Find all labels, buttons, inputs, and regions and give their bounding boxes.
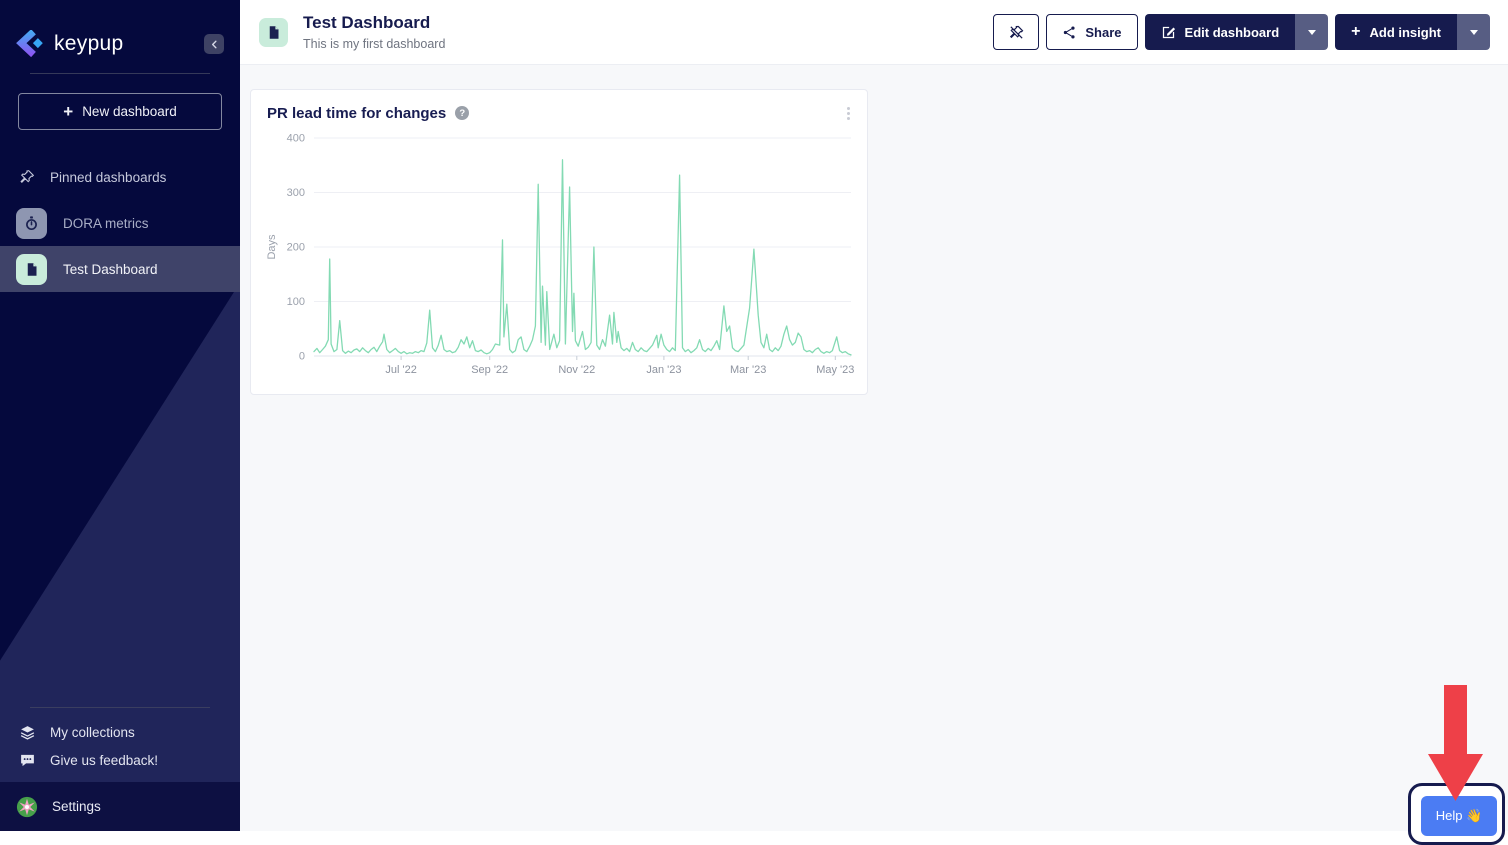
add-insight-caret[interactable] — [1457, 14, 1490, 50]
footer-link-label: My collections — [50, 725, 135, 740]
svg-text:Mar '23: Mar '23 — [730, 364, 766, 376]
pin-off-icon — [1008, 24, 1025, 41]
sidebar-item-label: DORA metrics — [63, 216, 149, 231]
svg-text:May '23: May '23 — [816, 364, 854, 376]
edit-dashboard-split-button: Edit dashboard — [1145, 14, 1329, 50]
unpin-button[interactable] — [993, 14, 1039, 50]
dashboard-icon-chip — [259, 18, 288, 47]
chevron-left-icon — [209, 39, 220, 50]
svg-text:400: 400 — [287, 133, 305, 145]
sidebar-collapse-button[interactable] — [204, 34, 224, 54]
pin-icon — [19, 169, 35, 185]
insight-card: PR lead time for changes ? 0 100 200 300 400… — [250, 89, 868, 395]
footer-link-label: Give us feedback! — [50, 753, 158, 768]
caret-down-icon — [1308, 30, 1316, 35]
sidebar-item-my-collections[interactable]: My collections — [0, 718, 240, 746]
edit-dashboard-caret[interactable] — [1295, 14, 1328, 50]
sidebar: keypup + New dashboard Pinned dashboards — [0, 0, 240, 831]
settings-row[interactable]: Settings — [0, 782, 240, 831]
pinned-dashboards-header: Pinned dashboards — [0, 169, 240, 185]
svg-text:Sep '22: Sep '22 — [471, 364, 508, 376]
settings-label: Settings — [52, 799, 101, 814]
svg-text:0: 0 — [299, 351, 305, 363]
dashboard-content: PR lead time for changes ? 0 100 200 300 400… — [240, 65, 1508, 831]
app-root: keypup + New dashboard Pinned dashboards — [0, 0, 1508, 831]
header-actions: Share Edit dashboard — [993, 14, 1490, 50]
kebab-menu[interactable] — [842, 104, 855, 123]
sidebar-item-dora-metrics[interactable]: DORA metrics — [0, 200, 240, 246]
new-dashboard-button[interactable]: + New dashboard — [18, 93, 222, 130]
pinned-dashboards-label: Pinned dashboards — [50, 170, 166, 185]
dora-metrics-chip — [16, 208, 47, 239]
avatar — [16, 796, 38, 818]
card-title: PR lead time for changes — [267, 105, 446, 122]
svg-text:100: 100 — [287, 296, 305, 308]
insight-card-header: PR lead time for changes ? — [251, 90, 867, 123]
pinned-dashboards-list: DORA metrics Test Dashboard — [0, 200, 240, 292]
svg-text:Jan '23: Jan '23 — [646, 364, 681, 376]
new-dashboard-label: New dashboard — [82, 104, 177, 119]
sidebar-logo-row: keypup — [0, 0, 240, 58]
stopwatch-icon — [23, 215, 40, 232]
edit-dashboard-label: Edit dashboard — [1185, 25, 1280, 40]
plus-icon: + — [63, 103, 73, 120]
feedback-chat-icon — [19, 752, 36, 769]
test-dashboard-chip — [16, 254, 47, 285]
sidebar-footer: My collections Give us feedback! — [0, 707, 240, 774]
sidebar-item-feedback[interactable]: Give us feedback! — [0, 746, 240, 774]
page-title: Test Dashboard — [303, 13, 445, 33]
logo-text: keypup — [54, 32, 124, 56]
keypup-logo[interactable]: keypup — [16, 30, 124, 58]
svg-text:Days: Days — [266, 234, 278, 260]
add-insight-split-button: + Add insight — [1335, 14, 1490, 50]
keypup-logo-icon — [16, 30, 44, 58]
svg-text:200: 200 — [287, 242, 305, 254]
share-icon — [1062, 25, 1077, 40]
plus-icon: + — [1351, 24, 1360, 40]
edit-icon — [1161, 25, 1176, 40]
sidebar-footer-divider — [30, 707, 210, 708]
collections-icon — [19, 724, 36, 741]
page-subtitle: This is my first dashboard — [303, 37, 445, 51]
help-button[interactable]: Help 👋 — [1421, 796, 1497, 836]
document-icon — [266, 25, 281, 40]
title-block: Test Dashboard This is my first dashboar… — [303, 13, 445, 50]
edit-dashboard-button[interactable]: Edit dashboard — [1145, 14, 1296, 50]
svg-text:Nov '22: Nov '22 — [558, 364, 595, 376]
add-insight-button[interactable]: + Add insight — [1335, 14, 1457, 50]
help-icon[interactable]: ? — [455, 106, 469, 120]
document-icon — [24, 262, 39, 277]
caret-down-icon — [1470, 30, 1478, 35]
svg-text:300: 300 — [287, 187, 305, 199]
line-chart: 0 100 200 300 400 Days Jul '22 Sep '22 Nov '22 Ja… — [251, 123, 867, 385]
add-insight-label: Add insight — [1370, 25, 1442, 40]
share-button[interactable]: Share — [1046, 14, 1137, 50]
sidebar-item-label: Test Dashboard — [63, 262, 158, 277]
main-area: Test Dashboard This is my first dashboar… — [240, 0, 1508, 831]
sidebar-item-test-dashboard[interactable]: Test Dashboard — [0, 246, 240, 292]
share-label: Share — [1085, 25, 1121, 40]
svg-text:Jul '22: Jul '22 — [385, 364, 416, 376]
sidebar-divider — [30, 73, 210, 74]
dashboard-header: Test Dashboard This is my first dashboar… — [240, 0, 1508, 65]
